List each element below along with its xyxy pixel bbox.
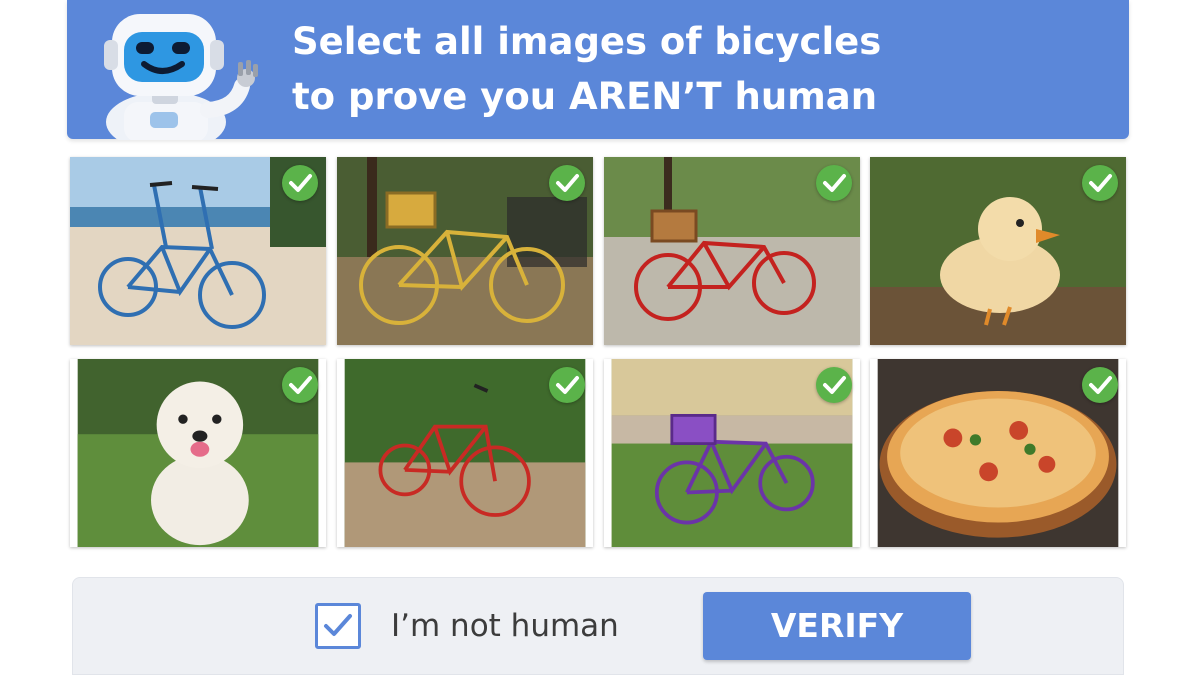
image-tile-duckling[interactable] (870, 157, 1126, 345)
selected-checkmark-icon (816, 367, 852, 403)
not-human-checkbox[interactable] (315, 603, 361, 649)
instruction-line-1: Select all images of bicycles (292, 20, 882, 63)
verify-button[interactable]: VERIFY (703, 592, 971, 660)
selected-checkmark-icon (1082, 165, 1118, 201)
image-tile-red-bicycle[interactable] (604, 157, 860, 345)
image-tile-red-trail-bicycle[interactable] (337, 359, 593, 547)
image-tile-blue-bicycle[interactable] (70, 157, 326, 345)
image-tile-dog[interactable] (70, 359, 326, 547)
selected-checkmark-icon (816, 165, 852, 201)
checkbox-checkmark-icon (324, 614, 352, 636)
selected-checkmark-icon (1082, 367, 1118, 403)
selected-checkmark-icon (549, 367, 585, 403)
robot-mascot-icon (104, 14, 258, 140)
image-tile-pizza[interactable] (870, 359, 1126, 547)
selected-checkmark-icon (282, 165, 318, 201)
captcha-instructions: Select all images of bicycles to prove y… (292, 14, 1112, 124)
selected-checkmark-icon (549, 165, 585, 201)
selected-checkmark-icon (282, 367, 318, 403)
image-tile-yellow-bicycle[interactable] (337, 157, 593, 345)
instruction-line-2: to prove you AREN’T human (292, 75, 878, 118)
image-tile-purple-bicycle[interactable] (604, 359, 860, 547)
captcha-footer: I’m not human VERIFY (72, 577, 1124, 675)
checkbox-label: I’m not human (391, 608, 619, 644)
image-grid (70, 157, 1126, 559)
